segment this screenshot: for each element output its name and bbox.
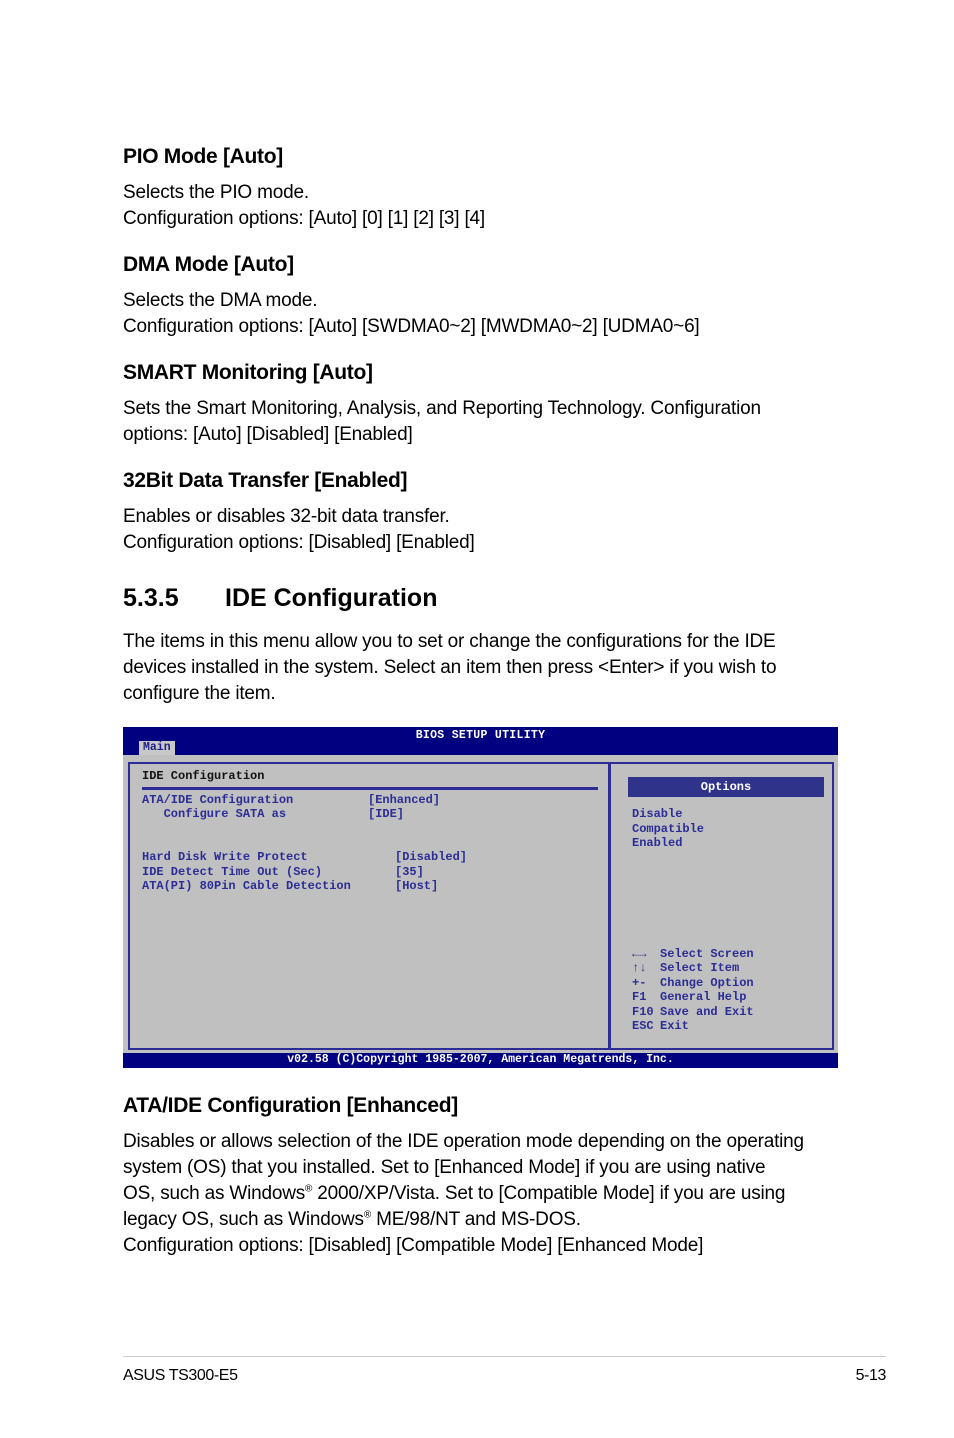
bios-screenshot: BIOS SETUP UTILITY Main IDE Configuratio… <box>123 727 838 1068</box>
chapter-heading: 5.3.5 IDE Configuration <box>123 584 437 613</box>
dma-mode-description: Selects the DMA mode. <box>123 290 318 311</box>
option-disable[interactable]: Disable <box>632 807 682 821</box>
ata-ide-description-line: Disables or allows selection of the IDE … <box>123 1131 804 1152</box>
pio-mode-description: Selects the PIO mode. <box>123 182 309 203</box>
setting-80pin-cable-detection[interactable]: ATA(PI) 80Pin Cable Detection [Host] <box>142 879 438 893</box>
bios-title: BIOS SETUP UTILITY <box>415 729 546 742</box>
chapter-title: IDE Configuration <box>225 584 438 612</box>
smart-monitoring-description: Sets the Smart Monitoring, Analysis, and… <box>123 398 761 419</box>
option-compatible[interactable]: Compatible <box>632 822 704 836</box>
setting-value: [Disabled] <box>395 850 468 864</box>
ata-ide-description-line: OS, such as Windows® 2000/XP/Vista. Set … <box>123 1181 785 1207</box>
key-hint: +- Change Option <box>632 976 754 990</box>
pio-mode-heading: PIO Mode [Auto] <box>123 145 283 168</box>
key-hint: F10 Save and Exit <box>632 1005 754 1019</box>
setting-ide-detect-time-out[interactable]: IDE Detect Time Out (Sec) [35] <box>142 865 424 879</box>
32bit-transfer-options: Configuration options: [Disabled] [Enabl… <box>123 532 475 553</box>
text-span: ME/98/NT and MS-DOS. <box>371 1209 581 1230</box>
setting-value: [Host] <box>395 879 439 893</box>
chapter-number: 5.3.5 <box>123 584 179 612</box>
bios-body: IDE Configuration ATA/IDE Configuration [… <box>123 755 838 1053</box>
bios-section-title: IDE Configuration <box>142 769 265 783</box>
ata-ide-description-line: system (OS) that you installed. Set to [… <box>123 1157 766 1178</box>
key-hint-action: Change Option <box>660 976 754 990</box>
option-enabled[interactable]: Enabled <box>632 836 682 850</box>
key-hint: ↑↓ Select Item <box>632 961 739 975</box>
settings-panel: IDE Configuration ATA/IDE Configuration [… <box>128 762 610 1050</box>
key-hint-action: General Help <box>660 990 747 1004</box>
ata-ide-heading: ATA/IDE Configuration [Enhanced] <box>123 1094 458 1117</box>
chapter-intro-line: configure the item. <box>123 683 276 704</box>
text-span: legacy OS, such as Windows <box>123 1209 364 1230</box>
tab-main[interactable]: Main <box>139 741 175 755</box>
key-hint-key: ESC <box>632 1019 654 1033</box>
setting-label: ATA/IDE Configuration <box>142 793 294 807</box>
section-divider <box>142 787 598 790</box>
chapter-intro-line: devices installed in the system. Select … <box>123 657 777 678</box>
help-panel: Options Disable Compatible Enabled ←→ Sel… <box>609 762 834 1050</box>
text-span: OS, such as Windows <box>123 1183 306 1204</box>
setting-label: Hard Disk Write Protect <box>142 850 308 864</box>
setting-configure-sata-as[interactable]: Configure SATA as [IDE] <box>142 807 404 821</box>
32bit-transfer-heading: 32Bit Data Transfer [Enabled] <box>123 469 408 492</box>
setting-ata-ide-configuration[interactable]: ATA/IDE Configuration [Enhanced] <box>142 793 440 807</box>
ata-ide-options: Configuration options: [Disabled] [Compa… <box>123 1235 704 1256</box>
up-down-arrows-icon: ↑↓ <box>632 961 647 975</box>
key-hint-key: +- <box>632 976 647 990</box>
key-hint: ESC Exit <box>632 1019 689 1033</box>
setting-label: ATA(PI) 80Pin Cable Detection <box>142 879 351 893</box>
footer-product: ASUS TS300-E5 <box>123 1367 238 1384</box>
setting-label: IDE Detect Time Out (Sec) <box>142 865 323 879</box>
setting-value: [IDE] <box>368 807 405 821</box>
options-header: Options <box>628 777 824 797</box>
setting-value: [35] <box>395 865 424 879</box>
smart-monitoring-options: options: [Auto] [Disabled] [Enabled] <box>123 424 413 445</box>
32bit-transfer-description: Enables or disables 32-bit data transfer… <box>123 506 450 527</box>
key-hint-key: F1 <box>632 990 647 1004</box>
text-span: 2000/XP/Vista. Set to [Compatible Mode] … <box>312 1183 786 1204</box>
chapter-intro-line: The items in this menu allow you to set … <box>123 631 776 652</box>
dma-mode-heading: DMA Mode [Auto] <box>123 253 294 276</box>
left-right-arrows-icon: ←→ <box>632 947 647 961</box>
page-number: 5-13 <box>855 1367 887 1384</box>
key-hint: F1 General Help <box>632 990 746 1004</box>
setting-label: Configure SATA as <box>142 807 287 821</box>
pio-mode-options: Configuration options: [Auto] [0] [1] [2… <box>123 208 485 229</box>
key-hint-action: Save and Exit <box>660 1005 754 1019</box>
ata-ide-description-line: legacy OS, such as Windows® ME/98/NT and… <box>123 1207 581 1233</box>
key-hint-action: Exit <box>660 1019 689 1033</box>
key-hint-action: Select Screen <box>660 947 754 961</box>
registered-mark: ® <box>363 1209 372 1221</box>
key-hint: ←→ Select Screen <box>632 947 754 961</box>
footer-divider <box>123 1356 886 1357</box>
setting-hard-disk-write-protect[interactable]: Hard Disk Write Protect [Disabled] <box>142 850 467 864</box>
key-hint-action: Select Item <box>660 961 740 975</box>
key-hint-key: F10 <box>632 1005 654 1019</box>
smart-monitoring-heading: SMART Monitoring [Auto] <box>123 361 373 384</box>
setting-value: [Enhanced] <box>368 793 441 807</box>
dma-mode-options: Configuration options: [Auto] [SWDMA0~2]… <box>123 316 700 337</box>
bios-copyright: v02.58 (C)Copyright 1985-2007, American … <box>287 1053 674 1066</box>
